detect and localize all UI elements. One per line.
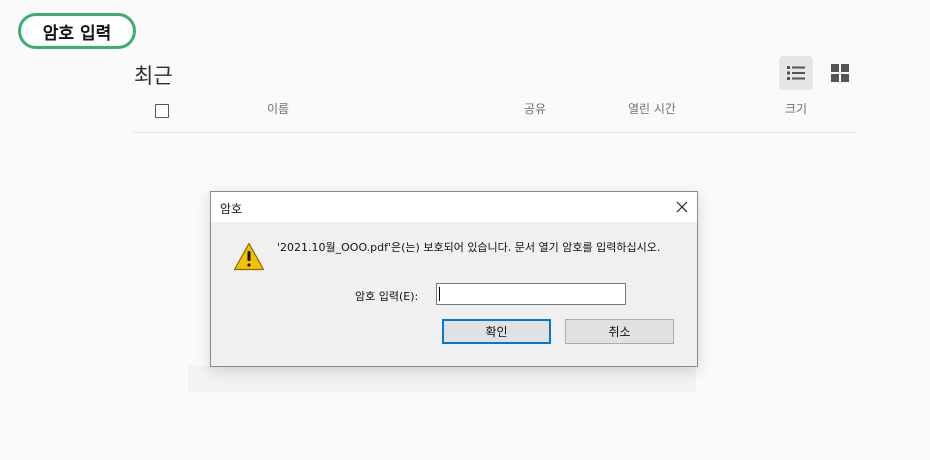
text-caret: [439, 287, 440, 301]
select-all-checkbox[interactable]: [155, 104, 169, 118]
dialog-title: 암호: [220, 202, 243, 216]
grid-view-button[interactable]: [823, 56, 857, 90]
table-header: 이름 공유 열린 시간 크기: [133, 92, 855, 133]
warning-icon: [233, 242, 265, 271]
dialog-message: '2021.10월_OOO.pdf'은(는) 보호되어 있습니다. 문서 열기 …: [277, 241, 661, 254]
close-button[interactable]: [667, 192, 697, 222]
column-opened[interactable]: 열린 시간: [628, 100, 676, 117]
password-input[interactable]: [436, 283, 626, 305]
password-dialog: 암호 '2021.10월_OOO.pdf'은(는) 보호되어 있습니다. 문서 …: [210, 191, 698, 367]
column-name[interactable]: 이름: [267, 100, 289, 117]
dialog-backdrop: [188, 366, 696, 392]
page-title: 최근: [134, 64, 173, 88]
list-view-button[interactable]: [779, 56, 813, 90]
column-size[interactable]: 크기: [785, 100, 807, 117]
list-view-icon: [787, 66, 805, 80]
cancel-button[interactable]: 취소: [565, 319, 674, 344]
password-label: 암호 입력(E):: [355, 290, 419, 303]
step-badge: 암호 입력: [18, 13, 136, 49]
ok-button[interactable]: 확인: [442, 319, 551, 344]
dialog-titlebar: 암호: [211, 192, 697, 222]
close-icon: [676, 201, 688, 213]
column-share[interactable]: 공유: [524, 100, 546, 117]
grid-view-icon: [831, 64, 849, 82]
